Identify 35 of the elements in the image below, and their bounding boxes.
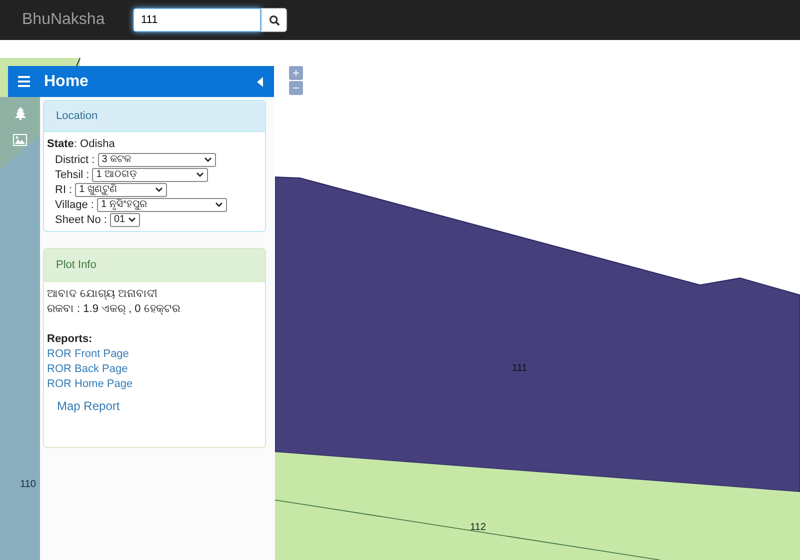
dropdown[interactable]: 3 କଟକ xyxy=(98,152,216,166)
report-link[interactable]: ROR Home Page xyxy=(47,377,262,392)
chevron-icon xyxy=(155,187,164,192)
search-field[interactable]: 111 xyxy=(133,8,261,32)
brand-title[interactable]: BhuNaksha xyxy=(22,11,133,29)
field-label: Tehsil : xyxy=(55,168,90,180)
sidebar-title: Home xyxy=(44,72,90,90)
plot-info-text: ଆବାଦ ଯୋଗ୍ୟ ଅନାବାଦୀ xyxy=(47,287,158,302)
chevron-icon xyxy=(214,202,223,207)
field-label: Village : xyxy=(55,198,94,210)
dropdown[interactable]: 1 ଆଠଗଡ଼ xyxy=(92,168,208,182)
collapse-icon[interactable] xyxy=(257,76,263,86)
search-icon xyxy=(268,14,280,26)
chevron-icon xyxy=(128,217,136,222)
location-title: Location xyxy=(44,101,265,132)
dropdown[interactable]: 1 ନୃସିଂହପୁର xyxy=(96,198,227,212)
map-report-link[interactable]: Map Report xyxy=(57,399,262,414)
chevron-icon xyxy=(196,172,204,177)
parcel-label: 112 xyxy=(470,522,486,533)
state-text: State: Odisha xyxy=(47,137,116,152)
dropdown[interactable]: 1 ଖୁଣ୍ଟୁଣି xyxy=(75,182,168,196)
parcel-label: 110 xyxy=(20,479,36,490)
field-label: RI : xyxy=(55,184,72,196)
chevron-icon xyxy=(204,157,212,162)
report-link[interactable]: ROR Back Page xyxy=(47,362,262,377)
dropdown[interactable]: 01 xyxy=(110,212,140,226)
reports-label: Reports: xyxy=(47,332,94,347)
parcel-label: 111 xyxy=(512,363,528,374)
field-label: District : xyxy=(55,154,95,166)
report-link[interactable]: ROR Front Page xyxy=(47,347,262,362)
plot-info-text: ରକବା : 1.9 ଏକର୍ , 0 ହେକ୍ଟର xyxy=(47,302,181,317)
search-button[interactable] xyxy=(261,8,287,32)
plot-info-title: Plot Info xyxy=(44,249,265,282)
field-label: Sheet No : xyxy=(55,214,107,226)
menu-icon[interactable] xyxy=(18,76,30,87)
